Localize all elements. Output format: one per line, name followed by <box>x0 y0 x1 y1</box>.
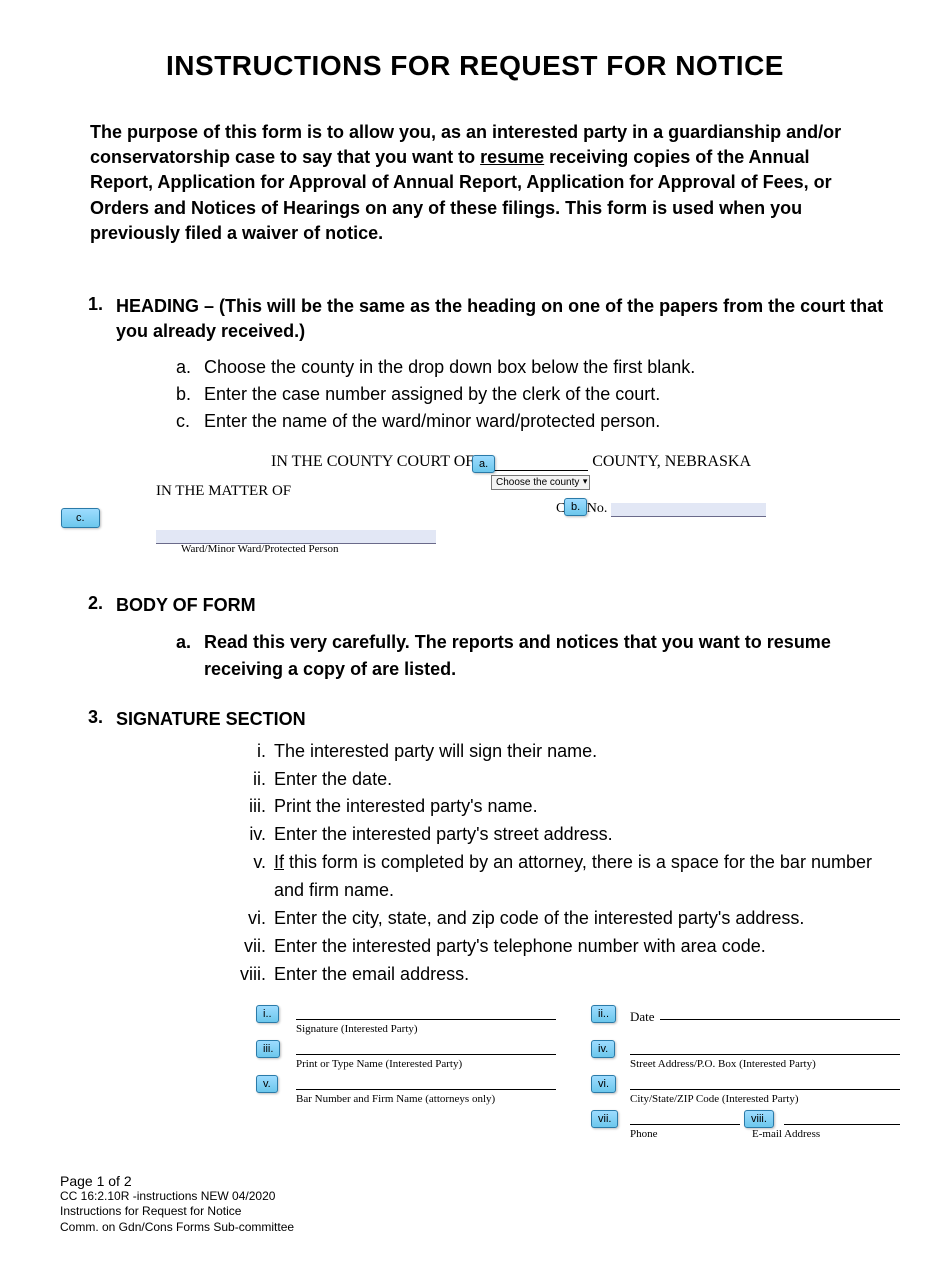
section-3: SIGNATURE SECTION The interested party w… <box>88 707 890 1145</box>
phone-caption: Phone <box>630 1128 658 1140</box>
date-field[interactable] <box>660 1019 900 1020</box>
email-field[interactable] <box>784 1124 900 1125</box>
case-no-field[interactable] <box>611 503 766 517</box>
ward-caption: Ward/Minor Ward/Protected Person <box>181 543 339 555</box>
section-1-title: HEADING – (This will be the same as the … <box>116 294 890 344</box>
city-caption: City/State/ZIP Code (Interested Party) <box>630 1093 799 1105</box>
callout-iv: iv. <box>591 1040 615 1058</box>
phone-field[interactable] <box>630 1124 740 1125</box>
signature-caption: Signature (Interested Party) <box>296 1023 418 1035</box>
callout-viii: viii. <box>744 1110 774 1128</box>
signature-example: i.. Signature (Interested Party) ii.. Da… <box>196 1005 890 1145</box>
ward-name-field[interactable] <box>156 530 436 544</box>
section-1: HEADING – (This will be the same as the … <box>88 294 890 563</box>
signature-field[interactable] <box>296 1019 556 1020</box>
page-title: INSTRUCTIONS FOR REQUEST FOR NOTICE <box>60 50 890 82</box>
callout-iii: iii. <box>256 1040 280 1058</box>
s3-item-v: If this form is completed by an attorney… <box>226 849 890 905</box>
purpose-paragraph: The purpose of this form is to allow you… <box>90 120 860 246</box>
callout-c: c. <box>61 508 100 528</box>
callout-i: i.. <box>256 1005 279 1023</box>
print-name-caption: Print or Type Name (Interested Party) <box>296 1058 462 1070</box>
court-pre: IN THE COUNTY COURT OF <box>271 453 478 470</box>
s2-item-a: Read this very carefully. The reports an… <box>176 629 890 683</box>
city-field[interactable] <box>630 1089 900 1090</box>
s3-item-iv: Enter the interested party's street addr… <box>226 821 890 849</box>
page-footer: Page 1 of 2 CC 16:2.10R -instructions NE… <box>60 1173 890 1236</box>
court-post: COUNTY, NEBRASKA <box>588 453 751 470</box>
email-caption: E-mail Address <box>752 1128 820 1140</box>
date-label: Date <box>630 1009 655 1025</box>
s1-item-b: Enter the case number assigned by the cl… <box>176 381 890 408</box>
section-2-title: BODY OF FORM <box>116 593 890 618</box>
s3-item-viii: Enter the email address. <box>226 961 890 989</box>
s3-item-iii: Print the interested party's name. <box>226 793 890 821</box>
s1-item-c: Enter the name of the ward/minor ward/pr… <box>176 408 890 435</box>
s3-v-underline: If <box>274 852 284 872</box>
callout-ii: ii.. <box>591 1005 616 1023</box>
matter-label: IN THE MATTER OF <box>156 483 291 500</box>
callout-a: a. <box>472 455 495 473</box>
callout-vii: vii. <box>591 1110 618 1128</box>
s3-item-ii: Enter the date. <box>226 766 890 794</box>
purpose-underline: resume <box>480 147 544 167</box>
s3-item-vii: Enter the interested party's telephone n… <box>226 933 890 961</box>
heading-example: IN THE COUNTY COURT OF COUNTY, NEBRASKA … <box>116 453 890 563</box>
footer-name: Instructions for Request for Notice <box>60 1204 890 1220</box>
county-dropdown[interactable]: Choose the county <box>491 475 590 490</box>
street-field[interactable] <box>630 1054 900 1055</box>
callout-b: b. <box>564 498 587 516</box>
footer-code: CC 16:2.10R -instructions NEW 04/2020 <box>60 1189 890 1205</box>
section-3-title: SIGNATURE SECTION <box>116 707 890 732</box>
case-no-row: Case No. <box>556 501 766 517</box>
section-2: BODY OF FORM Read this very carefully. T… <box>88 593 890 682</box>
footer-page: Page 1 of 2 <box>60 1173 890 1189</box>
footer-comm: Comm. on Gdn/Cons Forms Sub-committee <box>60 1220 890 1236</box>
s3-v-post: this form is completed by an attorney, t… <box>274 852 872 900</box>
s3-item-vi: Enter the city, state, and zip code of t… <box>226 905 890 933</box>
callout-vi: vi. <box>591 1075 616 1093</box>
s3-item-i: The interested party will sign their nam… <box>226 738 890 766</box>
court-line: IN THE COUNTY COURT OF COUNTY, NEBRASKA <box>271 453 890 471</box>
print-name-field[interactable] <box>296 1054 556 1055</box>
bar-field[interactable] <box>296 1089 556 1090</box>
s1-item-a: Choose the county in the drop down box b… <box>176 354 890 381</box>
bar-caption: Bar Number and Firm Name (attorneys only… <box>296 1093 495 1105</box>
street-caption: Street Address/P.O. Box (Interested Part… <box>630 1058 816 1070</box>
callout-v: v. <box>256 1075 278 1093</box>
